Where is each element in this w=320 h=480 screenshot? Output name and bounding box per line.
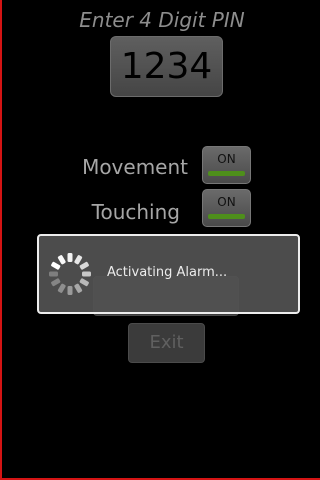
movement-toggle-label: ON [217, 152, 236, 166]
dialog-message: Activating Alarm... [107, 265, 228, 280]
movement-toggle-indicator [208, 171, 245, 176]
app-screen: Enter 4 Digit PIN 1234 Movement ON Touch… [0, 0, 320, 480]
spinner-icon [49, 253, 91, 295]
pin-title: Enter 4 Digit PIN [79, 8, 245, 32]
touching-label: Touching [91, 200, 180, 224]
touching-toggle-indicator [208, 214, 245, 219]
touching-toggle[interactable]: ON [202, 189, 251, 227]
progress-dialog: Activating Alarm... [37, 234, 300, 314]
touching-toggle-label: ON [217, 195, 236, 209]
movement-toggle[interactable]: ON [202, 146, 251, 184]
pin-field[interactable]: 1234 [110, 36, 223, 97]
movement-label: Movement [82, 155, 188, 179]
exit-button[interactable]: Exit [128, 323, 205, 363]
